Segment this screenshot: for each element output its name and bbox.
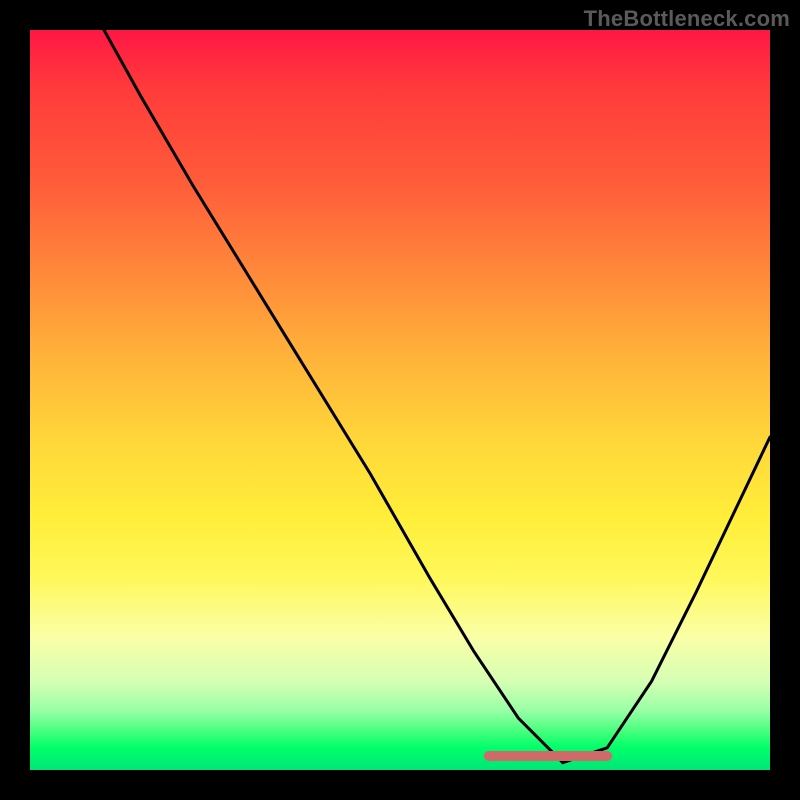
gradient-background <box>30 30 770 770</box>
plot-area <box>30 30 770 770</box>
chart-container: TheBottleneck.com <box>0 0 800 800</box>
watermark-text: TheBottleneck.com <box>584 6 790 32</box>
